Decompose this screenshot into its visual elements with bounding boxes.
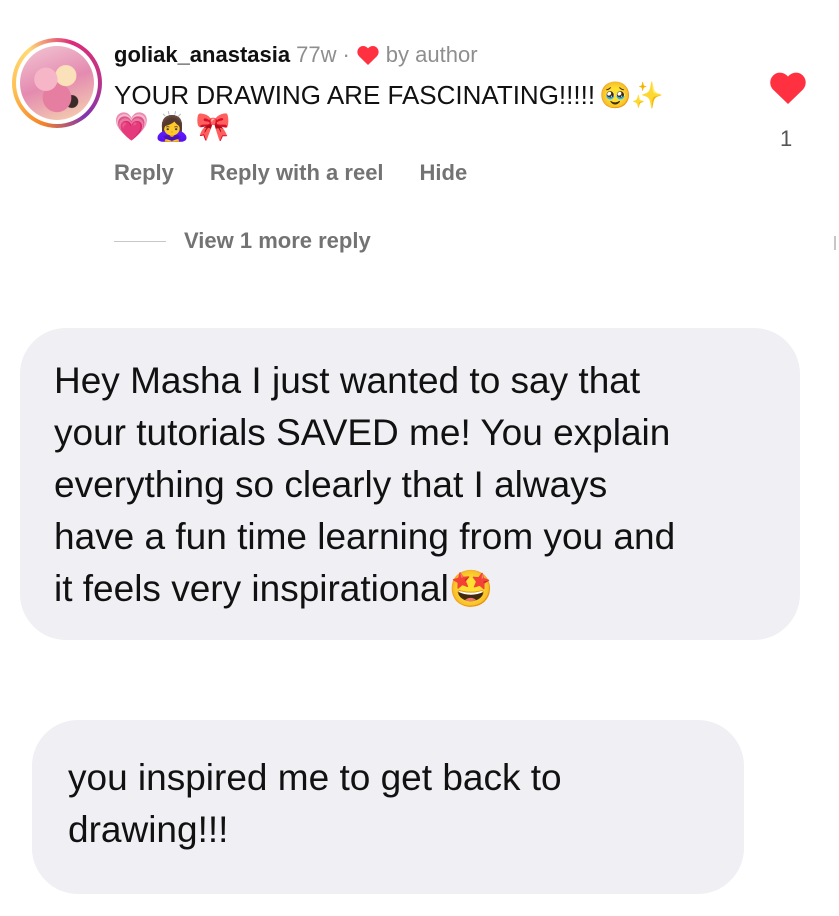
pleading-sparkles-emoji: 🥹✨: [599, 81, 664, 111]
view-more-replies[interactable]: View 1 more reply: [114, 228, 371, 254]
message-bubble: you inspired me to get back to drawing!!…: [32, 720, 744, 894]
avatar[interactable]: [12, 38, 102, 128]
like-heart-icon[interactable]: [768, 70, 808, 106]
comment-actions: Reply Reply with a reel Hide: [114, 160, 503, 186]
meta-separator: ·: [342, 42, 350, 67]
comment-header: goliak_anastasia 77w · by author: [114, 40, 478, 70]
like-count: 1: [780, 126, 793, 151]
scroll-edge-marker: [834, 236, 836, 250]
comment-username[interactable]: goliak_anastasia: [114, 42, 290, 68]
reply-with-reel-button[interactable]: Reply with a reel: [210, 160, 384, 186]
comment-age: 77w: [296, 42, 337, 67]
hide-button[interactable]: Hide: [420, 160, 468, 186]
message-text: you inspired me to get back to drawing!!…: [68, 757, 562, 850]
message-text: Hey Masha I just wanted to say that your…: [54, 360, 676, 609]
comment-item: goliak_anastasia 77w · by author YOUR DR…: [0, 0, 839, 280]
reply-button[interactable]: Reply: [114, 160, 174, 186]
liked-by-author-label: by author: [385, 42, 478, 67]
comment-text-body: YOUR DRAWING ARE FASCINATING!!!!!: [114, 80, 596, 110]
message-bubble: Hey Masha I just wanted to say that your…: [20, 328, 800, 640]
view-more-replies-label[interactable]: View 1 more reply: [184, 228, 371, 254]
avatar-border: [16, 42, 98, 124]
heart-icon: [357, 46, 379, 65]
avatar-image: [20, 46, 94, 120]
comment-emoji-row: 💗🙇‍♀️🎀: [114, 110, 237, 143]
comment-text: YOUR DRAWING ARE FASCINATING!!!!! 🥹✨: [114, 78, 664, 113]
divider-line: [114, 240, 166, 242]
star-struck-emoji: 🤩: [448, 569, 494, 610]
